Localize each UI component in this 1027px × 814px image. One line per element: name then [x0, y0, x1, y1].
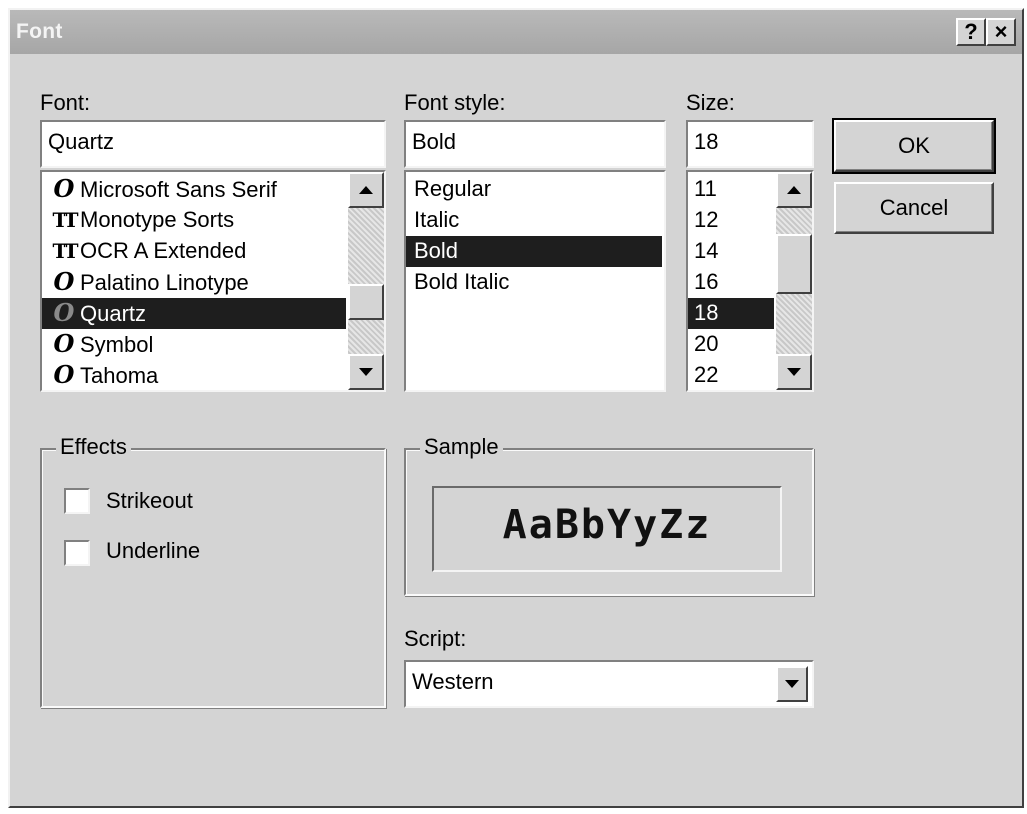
size-list-item[interactable]: 22: [688, 360, 774, 391]
cancel-button[interactable]: Cancel: [834, 182, 994, 234]
strikeout-label[interactable]: Strikeout: [106, 488, 193, 514]
font-list-item[interactable]: O Microsoft Sans Serif: [42, 174, 346, 205]
underline-checkbox[interactable]: [64, 540, 90, 566]
chevron-down-icon: [785, 680, 799, 688]
font-scroll-thumb[interactable]: [348, 284, 384, 320]
font-list-item-label: Symbol: [80, 332, 154, 357]
opentype-icon: O: [53, 329, 75, 358]
font-label: Font:: [40, 90, 91, 115]
help-button[interactable]: ?: [956, 18, 986, 46]
font-list-item[interactable]: O Symbol: [42, 329, 346, 360]
size-value: 18: [694, 129, 719, 154]
script-value: Western: [412, 669, 494, 694]
opentype-icon: O: [53, 298, 75, 327]
truetype-icon: TT: [52, 208, 78, 232]
font-list-item-label: Monotype Sorts: [80, 207, 235, 232]
sample-text: AaBbYyZz: [502, 502, 712, 548]
font-style-item[interactable]: Bold Italic: [406, 267, 662, 298]
opentype-icon: O: [53, 360, 75, 389]
font-list-item-label: Microsoft Sans Serif: [80, 177, 277, 202]
size-scroll-up-button[interactable]: [776, 172, 812, 208]
sample-preview: AaBbYyZz: [432, 486, 782, 572]
sample-label: Sample: [420, 434, 503, 460]
font-style-input[interactable]: Bold: [404, 120, 666, 168]
script-label: Script:: [404, 626, 467, 651]
size-list-scrollbar[interactable]: [776, 172, 812, 390]
underline-label[interactable]: Underline: [106, 538, 200, 564]
up-arrow-icon: [359, 186, 373, 194]
font-list-item-label: Palatino Linotype: [80, 270, 249, 295]
title-bar[interactable]: Font ? ×: [10, 10, 1022, 54]
font-dialog: Font ? × Font: Quartz O Microsoft Sans Se…: [8, 8, 1024, 808]
opentype-icon: O: [53, 267, 75, 296]
size-list-item[interactable]: 12: [688, 205, 774, 236]
ok-button[interactable]: OK: [832, 118, 996, 174]
font-list-item[interactable]: TT Monotype Sorts: [42, 205, 346, 236]
font-list-item[interactable]: O Palatino Linotype: [42, 267, 346, 298]
font-list-item-label: Quartz: [80, 301, 147, 326]
font-list[interactable]: O Microsoft Sans Serif TT Monotype Sorts TT O…: [40, 170, 386, 392]
size-list-item[interactable]: 18: [688, 298, 774, 329]
font-style-label: Font style:: [404, 90, 506, 115]
size-list-item[interactable]: 14: [688, 236, 774, 267]
opentype-icon: O: [53, 174, 75, 203]
font-style-item[interactable]: Bold: [406, 236, 662, 267]
up-arrow-icon: [787, 186, 801, 194]
size-list[interactable]: 11 12 14 16 18 20 22: [686, 170, 814, 392]
font-style-list[interactable]: Regular Italic Bold Bold Italic: [404, 170, 666, 392]
size-list-item[interactable]: 16: [688, 267, 774, 298]
font-scroll-down-button[interactable]: [348, 354, 384, 390]
size-label: Size:: [686, 90, 735, 115]
font-name-value: Quartz: [48, 129, 115, 154]
font-style-value: Bold: [412, 129, 457, 154]
font-style-item[interactable]: Italic: [406, 205, 662, 236]
font-name-input[interactable]: Quartz: [40, 120, 386, 168]
truetype-icon: TT: [52, 239, 78, 263]
font-list-scrollbar[interactable]: [348, 172, 384, 390]
font-list-item[interactable]: TT OCR A Extended: [42, 236, 346, 267]
script-select[interactable]: Western: [404, 660, 814, 708]
sample-group: Sample AaBbYyZz: [404, 434, 814, 596]
size-list-item[interactable]: 20: [688, 329, 774, 360]
effects-group: Effects Strikeout Underline: [40, 434, 386, 708]
font-list-item-label: OCR A Extended: [80, 238, 247, 263]
size-input[interactable]: 18: [686, 120, 814, 168]
close-button[interactable]: ×: [986, 18, 1016, 46]
font-scroll-up-button[interactable]: [348, 172, 384, 208]
font-list-item-label: Tahoma: [80, 363, 159, 388]
script-dropdown-button[interactable]: [776, 666, 808, 702]
effects-label: Effects: [56, 434, 131, 460]
size-scroll-down-button[interactable]: [776, 354, 812, 390]
window-title: Font: [16, 20, 63, 43]
size-scroll-thumb[interactable]: [776, 234, 812, 294]
font-list-item[interactable]: O Quartz: [42, 298, 346, 329]
down-arrow-icon: [787, 368, 801, 376]
font-style-item[interactable]: Regular: [406, 174, 662, 205]
size-list-item[interactable]: 11: [688, 174, 774, 205]
strikeout-checkbox[interactable]: [64, 488, 90, 514]
down-arrow-icon: [359, 368, 373, 376]
font-list-item[interactable]: O Tahoma: [42, 360, 346, 391]
